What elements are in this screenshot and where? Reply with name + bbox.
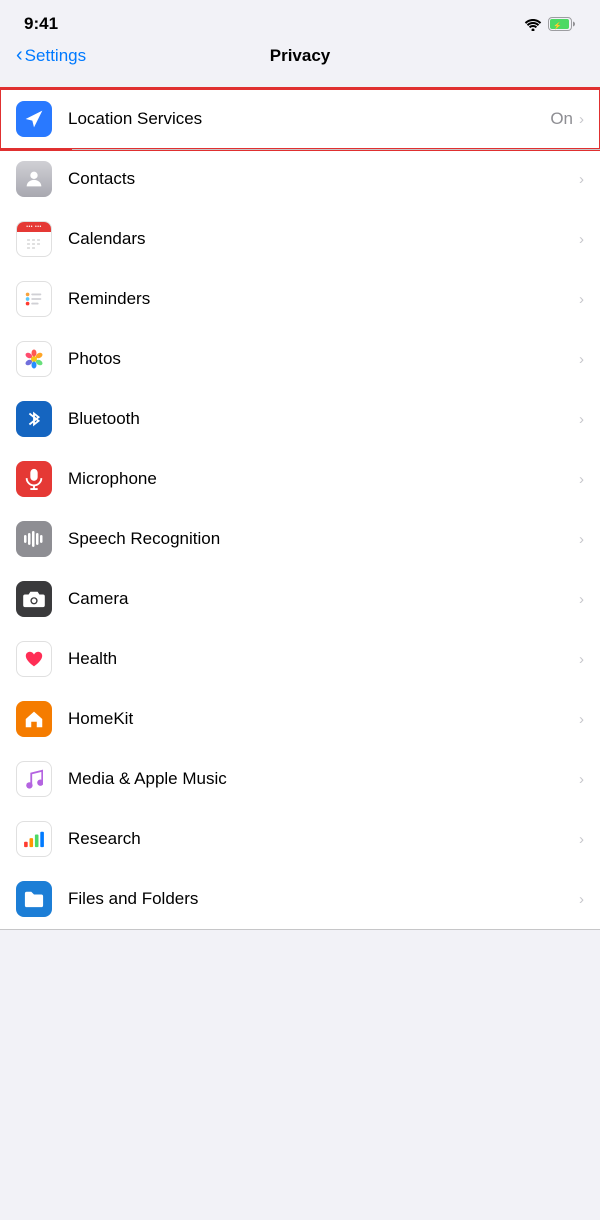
row-research[interactable]: Research › — [0, 809, 600, 869]
section-gap — [0, 78, 600, 88]
home-symbol-icon — [23, 708, 45, 730]
row-health[interactable]: Health › — [0, 629, 600, 689]
bluetooth-symbol-icon — [26, 408, 42, 430]
chevron-icon: › — [579, 111, 584, 128]
row-contacts[interactable]: Contacts › — [0, 149, 600, 209]
chevron-icon: › — [579, 351, 584, 368]
bluetooth-label: Bluetooth — [68, 409, 579, 429]
photos-flower-icon — [22, 347, 46, 371]
calendars-label: Calendars — [68, 229, 579, 249]
location-services-icon — [16, 101, 52, 137]
music-note-icon — [25, 768, 43, 790]
chevron-icon: › — [579, 591, 584, 608]
chevron-icon: › — [579, 771, 584, 788]
bluetooth-icon — [16, 401, 52, 437]
location-services-value: On — [550, 109, 573, 129]
media-music-icon — [16, 761, 52, 797]
media-apple-music-label: Media & Apple Music — [68, 769, 579, 789]
row-camera[interactable]: Camera › — [0, 569, 600, 629]
status-bar: 9:41 ⚡ — [0, 0, 600, 42]
speech-waveform-icon — [23, 529, 45, 549]
wifi-icon — [524, 18, 542, 31]
row-speech-recognition[interactable]: Speech Recognition › — [0, 509, 600, 569]
research-icon — [16, 821, 52, 857]
reminders-icon — [16, 281, 52, 317]
status-time: 9:41 — [24, 14, 58, 34]
row-homekit[interactable]: HomeKit › — [0, 689, 600, 749]
chevron-icon: › — [579, 531, 584, 548]
chevron-icon: › — [579, 471, 584, 488]
chevron-icon: › — [579, 831, 584, 848]
health-label: Health — [68, 649, 579, 669]
folder-symbol-icon — [22, 889, 46, 909]
chevron-icon: › — [579, 411, 584, 428]
homekit-icon — [16, 701, 52, 737]
chevron-icon: › — [579, 231, 584, 248]
camera-icon — [16, 581, 52, 617]
nav-bar: ‹ Settings Privacy — [0, 42, 600, 78]
health-heart-icon — [23, 649, 45, 669]
calendars-grid-icon — [26, 238, 42, 250]
contacts-label: Contacts — [68, 169, 579, 189]
row-photos[interactable]: Photos › — [0, 329, 600, 389]
files-and-folders-label: Files and Folders — [68, 889, 579, 909]
reminders-label: Reminders — [68, 289, 579, 309]
files-folders-icon — [16, 881, 52, 917]
research-label: Research — [68, 829, 579, 849]
battery-icon: ⚡ — [548, 17, 576, 31]
microphone-label: Microphone — [68, 469, 579, 489]
back-chevron-icon: ‹ — [16, 44, 23, 67]
homekit-label: HomeKit — [68, 709, 579, 729]
settings-list: Location Services On › Contacts › ••• ••… — [0, 88, 600, 930]
camera-symbol-icon — [23, 590, 45, 608]
row-calendars[interactable]: ••• ••• Calendars › — [0, 209, 600, 269]
location-arrow-icon — [24, 109, 44, 129]
back-label: Settings — [25, 46, 86, 66]
svg-text:⚡: ⚡ — [553, 21, 562, 30]
chevron-icon: › — [579, 171, 584, 188]
contacts-person-icon — [23, 168, 45, 190]
row-reminders[interactable]: Reminders › — [0, 269, 600, 329]
row-location-services[interactable]: Location Services On › — [0, 89, 600, 149]
reminders-list-icon — [23, 288, 45, 310]
row-files-and-folders[interactable]: Files and Folders › — [0, 869, 600, 929]
camera-label: Camera — [68, 589, 579, 609]
microphone-icon — [16, 461, 52, 497]
location-services-label: Location Services — [68, 109, 550, 129]
chevron-icon: › — [579, 711, 584, 728]
research-chart-icon — [23, 830, 45, 848]
status-icons: ⚡ — [524, 17, 576, 31]
chevron-icon: › — [579, 891, 584, 908]
speech-recognition-icon — [16, 521, 52, 557]
speech-recognition-label: Speech Recognition — [68, 529, 579, 549]
contacts-icon — [16, 161, 52, 197]
chevron-icon: › — [579, 291, 584, 308]
photos-label: Photos — [68, 349, 579, 369]
row-media-apple-music[interactable]: Media & Apple Music › — [0, 749, 600, 809]
photos-icon — [16, 341, 52, 377]
health-icon — [16, 641, 52, 677]
microphone-symbol-icon — [24, 468, 44, 490]
back-button[interactable]: ‹ Settings — [16, 45, 86, 67]
chevron-icon: › — [579, 651, 584, 668]
calendars-icon: ••• ••• — [16, 221, 52, 257]
page-title: Privacy — [270, 46, 331, 66]
row-microphone[interactable]: Microphone › — [0, 449, 600, 509]
row-bluetooth[interactable]: Bluetooth › — [0, 389, 600, 449]
